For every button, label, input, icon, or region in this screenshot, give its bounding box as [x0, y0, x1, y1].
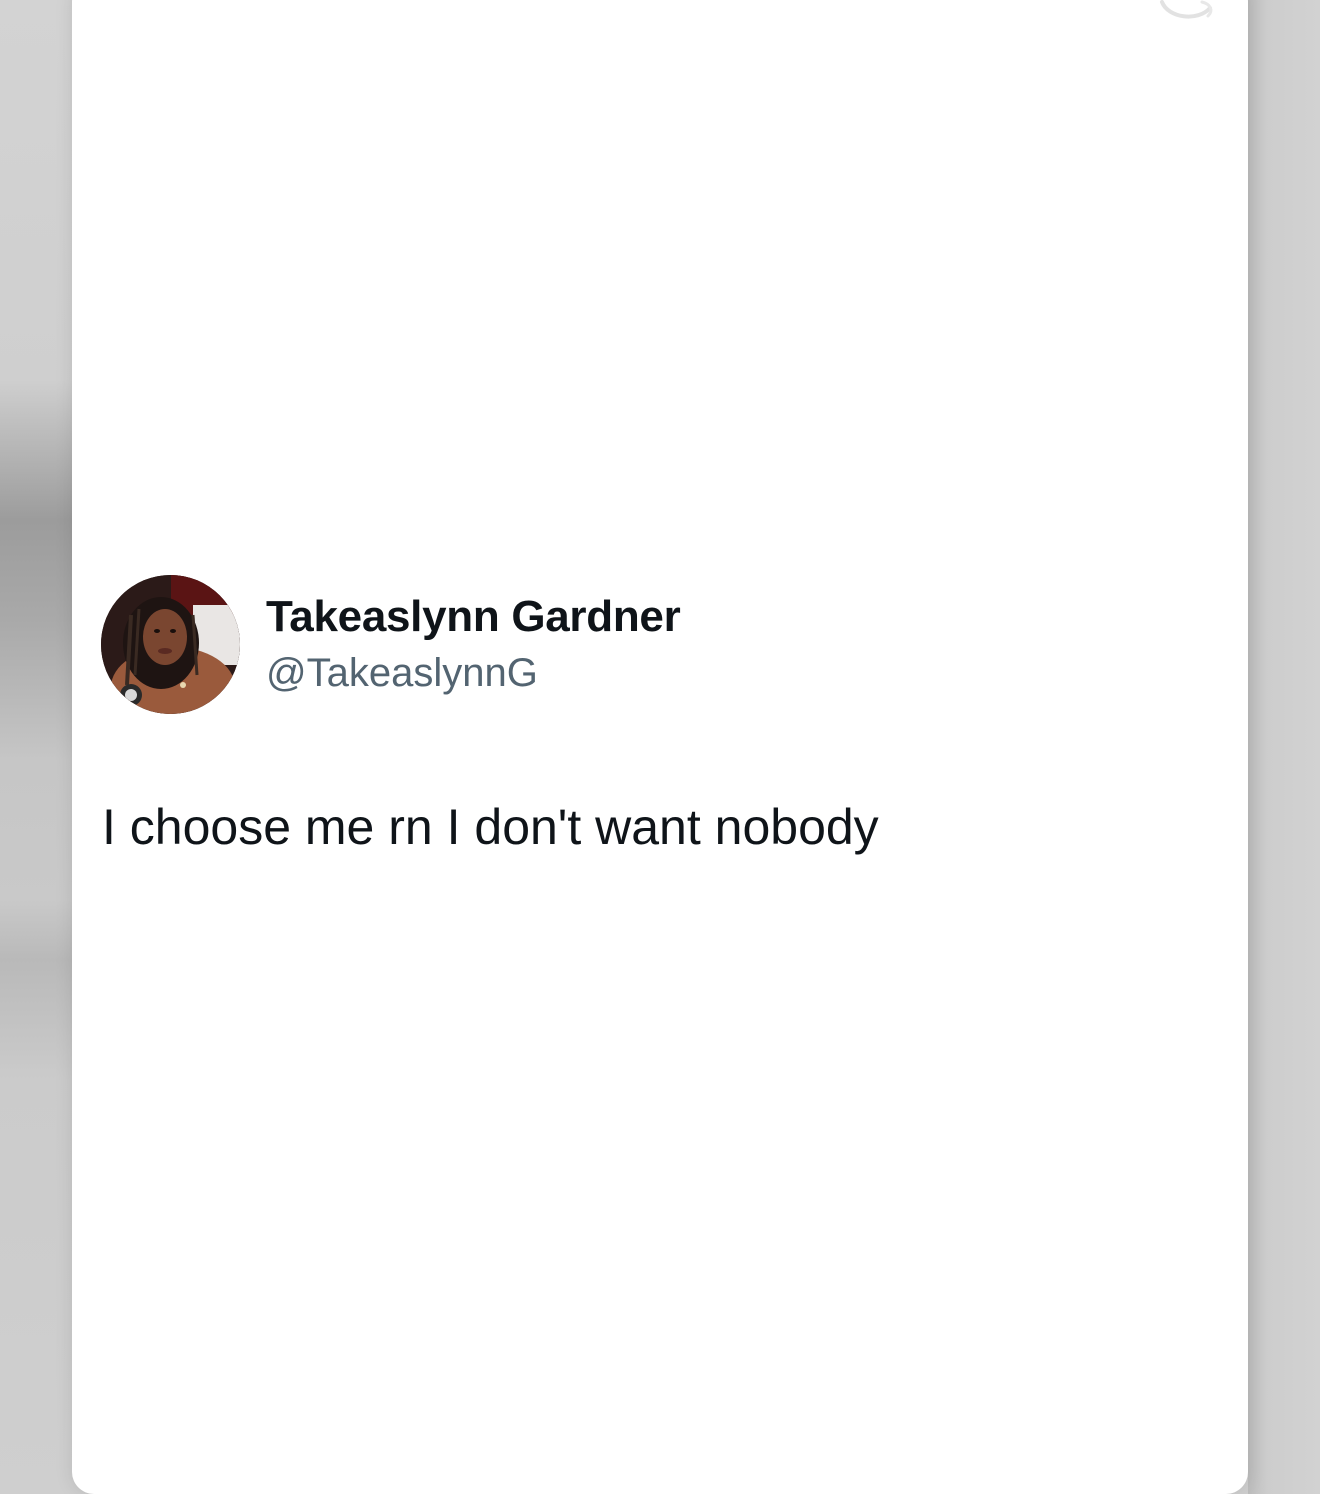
- background-right-strip: [1248, 0, 1320, 1494]
- profile-photo-icon: [101, 575, 240, 714]
- tweet-text: I choose me rn I don't want nobody: [102, 799, 879, 855]
- author-display-name[interactable]: Takeaslynn Gardner: [266, 591, 681, 643]
- swipe-handle-icon[interactable]: [1158, 0, 1216, 22]
- tweet-card: [72, 0, 1248, 1494]
- author-handle[interactable]: @TakeaslynnG: [266, 648, 538, 698]
- avatar[interactable]: [101, 575, 240, 714]
